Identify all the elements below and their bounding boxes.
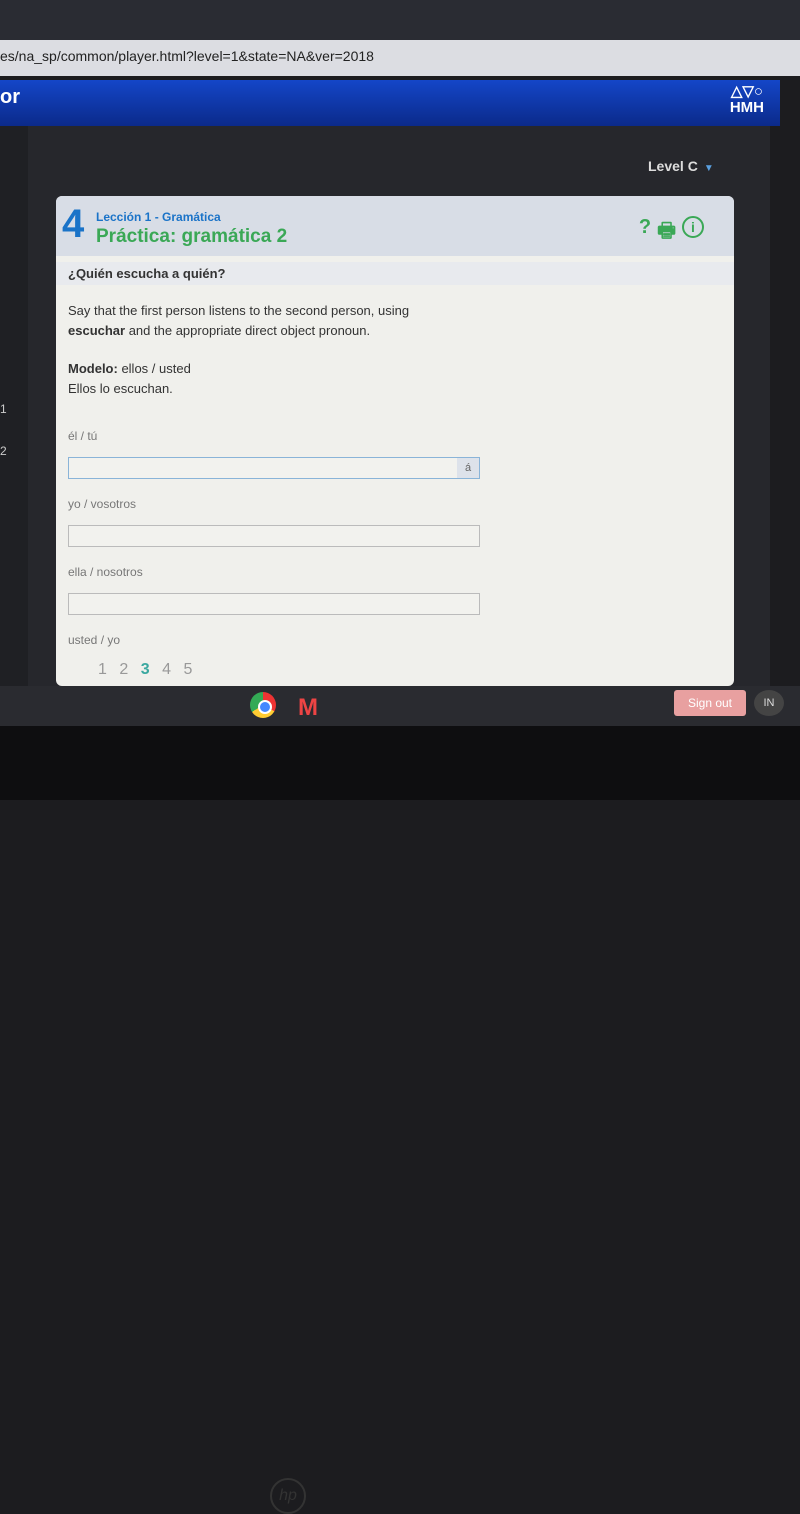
- item-prompt: él / tú: [68, 429, 98, 443]
- model-example: Modelo: ellos / usted Ellos lo escuchan.: [68, 361, 191, 396]
- instructions: Say that the first person listens to the…: [68, 303, 410, 338]
- card-header: 4 Lección 1 - Gramática Práctica: gramát…: [56, 196, 734, 256]
- brand-title: or: [0, 86, 20, 108]
- laptop-bezel: hp: [0, 726, 800, 1514]
- hp-logo: hp: [270, 1478, 306, 1514]
- sidebar: 1 2: [0, 126, 28, 686]
- page-3-current[interactable]: 3: [141, 661, 154, 678]
- address-bar[interactable]: es/na_sp/common/player.html?level=1&stat…: [0, 40, 800, 76]
- app-header: or △▽○ HMH: [0, 80, 780, 126]
- item-prompt: ella / nosotros: [68, 565, 143, 579]
- sidebar-item[interactable]: 2: [0, 444, 7, 458]
- answer-input-1[interactable]: á: [68, 457, 480, 479]
- question-heading: ¿Quién escucha a quién?: [56, 262, 734, 285]
- page-2[interactable]: 2: [119, 661, 132, 678]
- sign-out-button[interactable]: Sign out: [674, 690, 746, 716]
- input-language[interactable]: IN: [754, 690, 784, 716]
- sidebar-item[interactable]: 1: [0, 402, 7, 416]
- lesson-label: Lección 1 - Gramática: [96, 210, 221, 224]
- lesson-number: 4: [62, 202, 85, 246]
- accent-button[interactable]: á: [457, 458, 479, 478]
- print-icon[interactable]: 🖶: [657, 216, 676, 250]
- chevron-down-icon: ▼: [703, 163, 714, 174]
- level-dropdown[interactable]: Level C ▼: [648, 158, 714, 174]
- item-prompt: yo / vosotros: [68, 497, 137, 511]
- item-prompt: usted / yo: [68, 633, 121, 647]
- chrome-icon[interactable]: [250, 692, 276, 718]
- gmail-icon[interactable]: M: [298, 694, 318, 722]
- hmh-logo: △▽○ HMH: [729, 83, 764, 116]
- page-4[interactable]: 4: [162, 661, 175, 678]
- page-1[interactable]: 1: [98, 661, 111, 678]
- info-icon[interactable]: i: [682, 216, 704, 238]
- page-5[interactable]: 5: [183, 661, 196, 678]
- browser-tab-bar: [0, 0, 800, 40]
- answer-input-2[interactable]: [68, 525, 480, 547]
- page-title: Práctica: gramática 2: [96, 226, 288, 247]
- pagination: 1 2 3 4 5: [68, 661, 722, 679]
- help-icon[interactable]: ?: [639, 216, 651, 250]
- activity-card: 4 Lección 1 - Gramática Práctica: gramát…: [56, 196, 734, 686]
- answer-input-3[interactable]: [68, 593, 480, 615]
